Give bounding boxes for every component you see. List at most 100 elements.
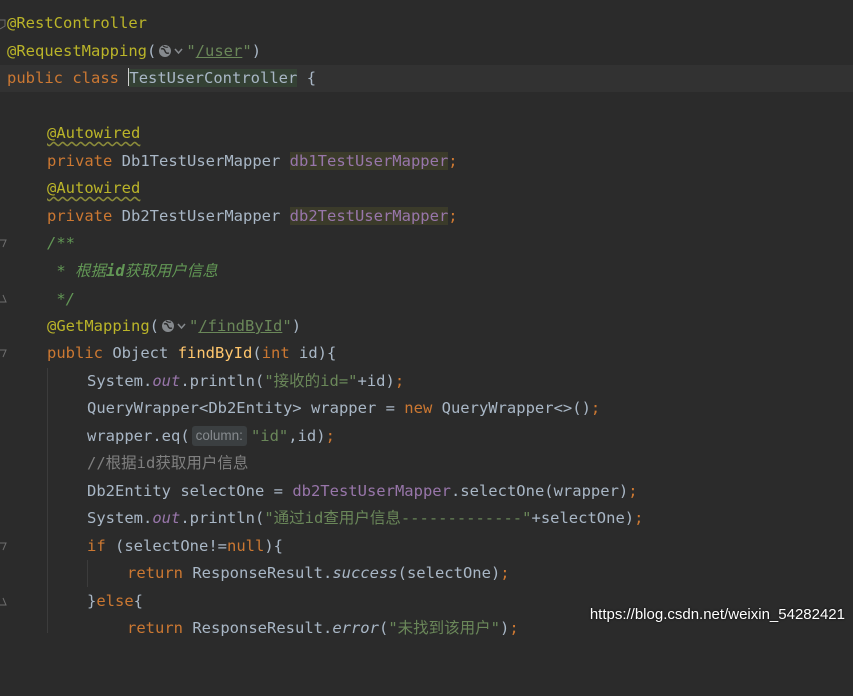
class-ref: ResponseResult. — [183, 619, 333, 637]
semicolon: ; — [590, 399, 601, 417]
annotation: @GetMapping — [47, 317, 150, 335]
brace: { — [133, 592, 144, 610]
field-name: db1TestUserMapper — [289, 152, 449, 170]
doc-star: * — [47, 262, 75, 280]
doc-comment: /** — [47, 234, 75, 252]
expression: ,id) — [288, 427, 326, 445]
static-field: out — [152, 372, 181, 390]
type-name: Db1TestUserMapper — [121, 152, 281, 170]
keyword-if: if — [87, 537, 106, 555]
code-line: private Db1TestUserMapper db1TestUserMap… — [0, 148, 853, 175]
keyword-public: public — [47, 344, 103, 362]
keyword-else: else — [96, 592, 134, 610]
class-ref: System. — [87, 509, 153, 527]
code-line: @RestController — [0, 10, 853, 37]
class-ref: ResponseResult. — [183, 564, 333, 582]
code-line: @Autowired — [0, 175, 853, 202]
expression: (selectOne) — [397, 564, 501, 582]
type-name: Object — [112, 344, 169, 362]
code-line: @Autowired — [0, 120, 853, 147]
string-quote: " — [186, 42, 196, 60]
condition: ){ — [264, 537, 283, 555]
code-editor[interactable]: @RestController @RequestMapping("/user")… — [0, 0, 853, 637]
current-line: public class TestUserController { — [0, 65, 853, 92]
code-line: if (selectOne!=null){ — [0, 533, 853, 560]
code-line: private Db2TestUserMapper db2TestUserMap… — [0, 203, 853, 230]
semicolon: ; — [325, 427, 335, 445]
class-name: TestUserController — [129, 69, 298, 87]
keyword-class: class — [72, 69, 120, 87]
paren: ( — [252, 344, 262, 362]
expression: ) — [500, 619, 510, 637]
code-line: Db2Entity selectOne = db2TestUserMapper.… — [0, 478, 853, 505]
watermark: https://blog.csdn.net/weixin_54282421 — [589, 606, 845, 623]
keyword-int: int — [261, 344, 290, 362]
keyword-return: return — [127, 564, 183, 582]
paren: ) — [291, 317, 302, 335]
keyword-new: new — [404, 399, 433, 417]
method-call: .println( — [180, 509, 265, 527]
url-picker[interactable] — [159, 317, 189, 335]
keyword-private: private — [47, 207, 113, 225]
string-literal: "id" — [250, 427, 289, 445]
parameter-hint: column: — [191, 426, 247, 446]
method-call: wrapper.eq( — [87, 427, 190, 445]
semicolon: ; — [448, 207, 458, 225]
annotation: @RestController — [7, 14, 147, 32]
keyword-null: null — [227, 537, 265, 555]
code-line: public Object findById(int id){ — [0, 340, 853, 367]
expression: QueryWrapper<>() — [432, 399, 591, 417]
string-quote: " — [242, 42, 252, 60]
method-call: .println( — [180, 372, 265, 390]
expression: .selectOne(wrapper) — [450, 482, 629, 500]
code-line: //根据id获取用户信息 — [0, 450, 853, 477]
condition: (selectOne!= — [105, 537, 227, 555]
url-picker[interactable] — [156, 42, 186, 60]
paren: ) — [251, 42, 262, 60]
keyword-private: private — [47, 152, 113, 170]
string-quote: " — [189, 317, 199, 335]
annotation: @Autowired — [47, 124, 141, 142]
doc-comment: */ — [47, 290, 75, 308]
chevron-down-icon — [177, 323, 186, 330]
semicolon: ; — [628, 482, 638, 500]
semicolon: ; — [394, 372, 405, 390]
paren: ( — [146, 42, 157, 60]
paren: ( — [378, 619, 389, 637]
doc-comment: * 根据id获取用户信息 — [47, 262, 218, 280]
semicolon: ; — [500, 564, 510, 582]
doc-text: 获取用户信息 — [124, 262, 218, 280]
code-line: System.out.println("通过id查用户信息-----------… — [0, 505, 853, 532]
keyword-return: return — [127, 619, 183, 637]
string-literal: "接收的id=" — [264, 372, 358, 390]
keyword-public: public — [7, 69, 63, 87]
semicolon: ; — [634, 509, 644, 527]
string-literal: "未找到该用户" — [388, 619, 500, 637]
doc-bold: id — [106, 262, 125, 280]
path-link[interactable]: /user — [196, 42, 243, 60]
code-line: */ — [0, 286, 853, 313]
field-name: db2TestUserMapper — [289, 207, 449, 225]
line-comment: //根据id获取用户信息 — [87, 454, 249, 472]
expression: +id) — [357, 372, 395, 390]
static-field: out — [152, 509, 181, 527]
class-ref: System. — [87, 372, 153, 390]
brace: { — [306, 69, 317, 87]
static-method: success — [332, 564, 398, 582]
semicolon: ; — [509, 619, 519, 637]
code-line: @GetMapping("/findById") — [0, 313, 853, 340]
static-method: error — [332, 619, 379, 637]
code-line: return ResponseResult.success(selectOne)… — [0, 560, 853, 587]
declaration: Db2Entity selectOne = — [87, 482, 293, 500]
string-quote: " — [282, 317, 292, 335]
path-link[interactable]: /findById — [198, 317, 282, 335]
chevron-down-icon — [174, 48, 183, 55]
semicolon: ; — [448, 152, 458, 170]
globe-icon — [159, 45, 172, 57]
code-line: QueryWrapper<Db2Entity> wrapper = new Qu… — [0, 395, 853, 422]
globe-icon — [162, 320, 174, 332]
annotation: @Autowired — [47, 179, 141, 197]
string-literal: "通过id查用户信息-------------" — [264, 509, 532, 527]
code-line: wrapper.eq(column: "id",id); — [0, 423, 853, 450]
expression: +selectOne) — [531, 509, 635, 527]
